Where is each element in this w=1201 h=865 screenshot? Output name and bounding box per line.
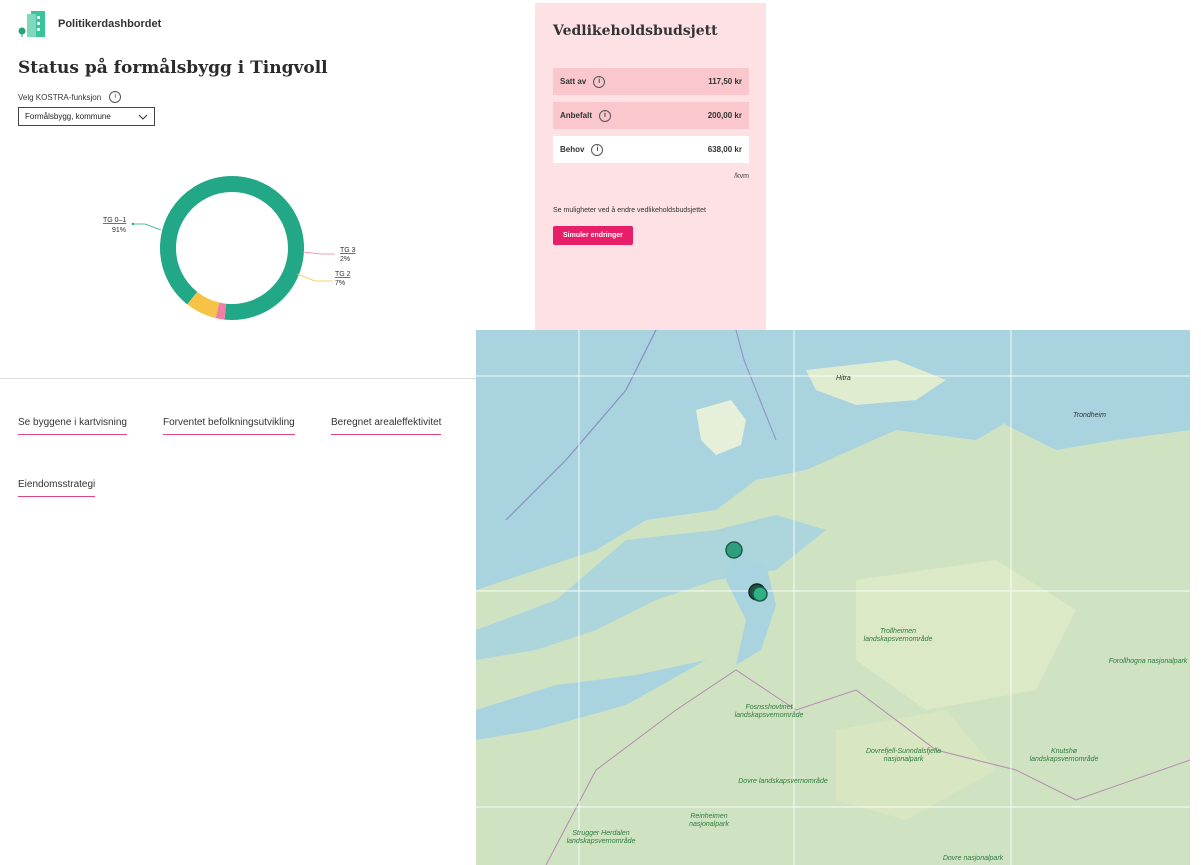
chart-value-tg2: 7% (335, 280, 345, 287)
link-arealeffektivitet[interactable]: Beregnet arealeffektivitet (331, 417, 442, 435)
budget-row-value: 200,00 kr (707, 111, 742, 120)
donut-segment-tg3[interactable] (215, 302, 227, 320)
leader-line-tg3 (302, 251, 335, 255)
chart-label-tg2: TG 2 (335, 271, 351, 278)
budget-title: Vedlikeholdsbudsjett (553, 23, 718, 39)
info-icon[interactable]: i (593, 75, 606, 88)
budget-help-text: Se muligheter ved å endre vedlikeholdsbu… (553, 207, 706, 214)
leader-line-tg01 (133, 223, 162, 231)
chart-label-tg3: TG 3 (340, 247, 356, 254)
chart-label-tg01: TG 0–1 (103, 217, 126, 224)
map-label-dovrefjell: Dovrefjell-Sunndalsfjella nasjonalpark (865, 748, 942, 764)
simulate-button[interactable]: Simuler endringer (553, 226, 633, 245)
chevron-down-icon (138, 114, 148, 120)
link-eiendomsstrategi[interactable]: Eiendomsstrategi (18, 479, 96, 497)
page-title: Status på formålsbygg i Tingvoll (18, 58, 328, 78)
budget-row-label: Anbefalt (560, 111, 592, 120)
leader-line-tg2 (296, 273, 333, 282)
map-label-hitra: Hitra (836, 375, 851, 382)
map-view[interactable]: Hitra Trondheim Trollheimen landskapsver… (476, 330, 1190, 865)
map-label-fosnsshovtinet: Fosnsshovtinet landskapsvernområde (734, 704, 804, 720)
map-label-reinheimen: Reinheimen nasjonalpark (689, 813, 729, 829)
section-divider (0, 378, 476, 379)
chart-value-tg01: 91% (112, 227, 126, 234)
donut-segment-tg01[interactable] (160, 176, 304, 320)
app-name: Politikerdashbordet (58, 18, 162, 30)
map-label-trondheim: Trondheim (1073, 412, 1106, 419)
budget-row-label: Satt av (560, 77, 587, 86)
building-marker[interactable] (725, 541, 743, 559)
budget-row-label: Behov (560, 145, 585, 154)
budget-row-value: 117,50 kr (708, 77, 742, 86)
fjord-area (476, 660, 706, 740)
kostra-label-text: Velg KOSTRA-funksjon (18, 92, 102, 102)
info-icon[interactable]: i (109, 91, 122, 103)
map-label-dovre-np: Dovre nasjonalpark (942, 855, 1004, 862)
info-icon[interactable]: i (599, 109, 611, 122)
kostra-select[interactable]: Formålsbygg, kommune (18, 107, 155, 126)
leader-dot-tg01 (131, 222, 135, 226)
budget-row-value: 638,00 kr (707, 145, 742, 154)
link-befolkningsutvikling[interactable]: Forventet befolkningsutvikling (163, 417, 295, 435)
map-base (476, 330, 1190, 865)
budget-row-satt-av: Satt av i 117,50 kr (553, 68, 749, 95)
tg-donut-chart: TG 0–1 91% TG 3 2% TG 2 7% (103, 176, 356, 320)
map-label-dovre-lvo: Dovre landskapsvernområde (738, 778, 828, 785)
map-label-strugger: Strugger Herdalen landskapsvernområde (566, 830, 636, 846)
budget-unit: /kvm (734, 173, 749, 180)
kostra-label: Velg KOSTRA-funksjon i (18, 91, 122, 103)
donut-segment-tg2[interactable] (187, 291, 220, 319)
budget-row-behov: Behov i 638,00 kr (553, 136, 749, 163)
app-logo-icon (18, 11, 45, 37)
building-marker[interactable] (752, 586, 768, 602)
link-kartvisning[interactable]: Se byggene i kartvisning (18, 417, 127, 435)
map-label-forollhogna: Forollhogna nasjonalpark (1108, 658, 1188, 665)
info-icon[interactable]: i (591, 143, 604, 156)
brand[interactable]: Politikerdashbordet (18, 10, 161, 38)
mountain-area (836, 710, 996, 820)
map-label-knutsho: Knutshø landskapsvernområde (1029, 748, 1099, 764)
maintenance-budget-panel: Vedlikeholdsbudsjett Satt av i 117,50 kr … (535, 3, 766, 330)
kostra-selected-value: Formålsbygg, kommune (25, 112, 111, 121)
map-label-trollheimen: Trollheimen landskapsvernområde (863, 628, 933, 644)
budget-row-anbefalt: Anbefalt i 200,00 kr (553, 102, 749, 129)
chart-value-tg3: 2% (340, 256, 350, 263)
